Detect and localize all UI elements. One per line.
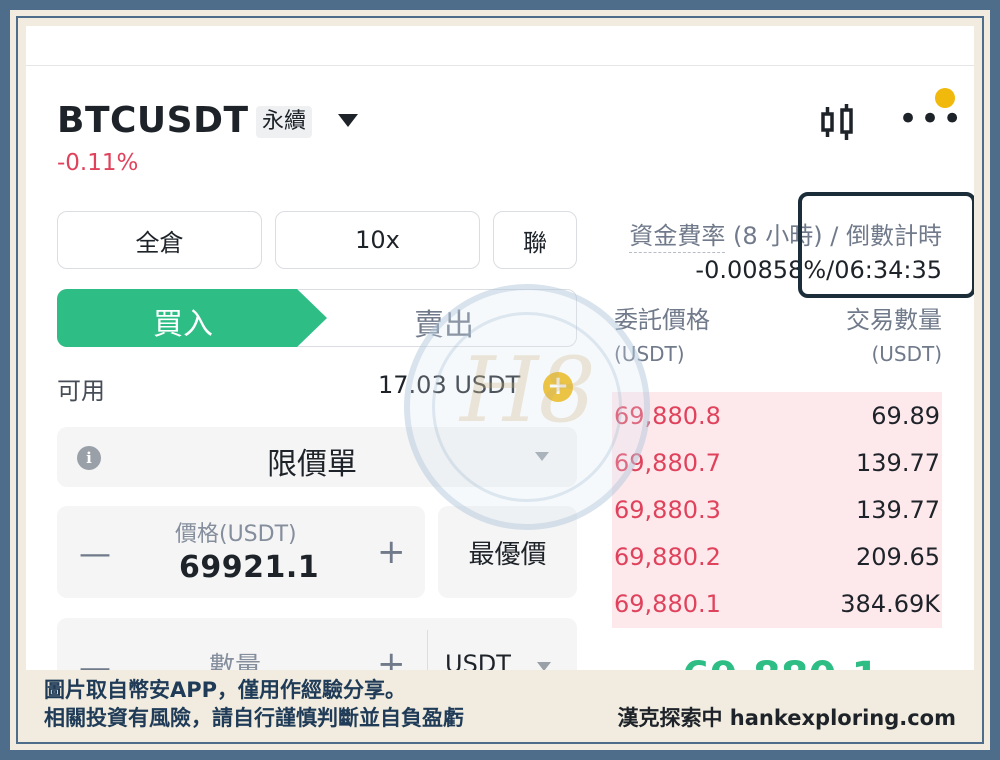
app-screen: BTCUSDT 永續 -0.11% ••• 全倉 10x 聯 賣出 買入 可用 … (26, 26, 974, 670)
caption-line-2: 相關投資有風險，請自行謹慎判斷並自負盈虧 (44, 706, 464, 730)
ask-amount: 209.65 (856, 543, 940, 571)
buy-sell-toggle: 賣出 買入 (57, 289, 577, 347)
orderbook-amount-unit: (USDT) (871, 342, 942, 366)
price-change: -0.11% (57, 150, 139, 176)
price-input-stepper[interactable]: — 價格(USDT) 69921.1 + (57, 506, 425, 598)
funding-rate-label: 資金費率 (629, 222, 726, 253)
sell-label: 賣出 (414, 308, 474, 343)
available-label: 可用 (57, 377, 105, 405)
price-increase-button[interactable]: + (377, 532, 406, 572)
notification-dot (935, 88, 955, 108)
orderbook-row[interactable]: 69,880.3 139.77 (612, 486, 942, 533)
more-options-icon[interactable]: ••• (898, 102, 962, 136)
ask-price: 69,880.1 (614, 590, 721, 618)
last-price: 69,880.1 (682, 654, 879, 670)
orderbook-row[interactable]: 69,880.2 209.65 (612, 533, 942, 580)
order-type-label: 限價單 (267, 447, 357, 482)
quantity-decrease-button[interactable]: — (79, 648, 111, 670)
info-icon[interactable]: i (77, 446, 101, 470)
margin-mode-button[interactable]: 全倉 (57, 211, 262, 269)
orderbook-row[interactable]: 69,880.1 384.69K (612, 580, 942, 627)
leverage-button[interactable]: 10x (275, 211, 480, 269)
quantity-unit-select[interactable]: USDT (445, 650, 511, 670)
best-price-button[interactable]: 最優價 (438, 506, 577, 598)
divider (427, 630, 428, 670)
top-status-strip (26, 26, 974, 66)
symbol-title[interactable]: BTCUSDT (57, 100, 249, 141)
position-mode-button[interactable]: 聯 (493, 211, 577, 269)
caption-line-1: 圖片取自幣安APP，僅用作經驗分享。 (44, 678, 407, 702)
orderbook-price-header: 委託價格 (614, 306, 710, 334)
order-type-select[interactable]: i 限價單 (57, 427, 577, 487)
orderbook-asks: 69,880.8 69.89 69,880.7 139.77 69,880.3 … (612, 392, 942, 628)
orderbook-amount-header: 交易數量 (846, 306, 942, 334)
quantity-input-stepper[interactable]: — 數量 + USDT (57, 618, 577, 670)
symbol-dropdown-icon[interactable] (338, 114, 358, 127)
price-label: 價格(USDT) (175, 522, 297, 547)
ask-price: 69,880.2 (614, 543, 721, 571)
contract-tag: 永續 (256, 106, 313, 138)
orderbook-row[interactable]: 69,880.8 69.89 (612, 392, 942, 439)
ask-amount: 384.69K (840, 590, 940, 618)
chevron-down-icon (537, 662, 551, 670)
buy-tab[interactable]: 買入 (57, 289, 327, 347)
buy-label: 買入 (153, 307, 213, 342)
orderbook-price-unit: (USDT) (614, 342, 685, 366)
quantity-increase-button[interactable]: + (377, 644, 406, 670)
site-credit: 漢克探索中 hankexploring.com (617, 706, 956, 730)
ask-amount: 69.89 (871, 402, 940, 430)
highlight-annotation-box (798, 192, 974, 298)
add-funds-icon[interactable]: + (543, 372, 573, 402)
candlestick-chart-icon[interactable] (818, 102, 858, 142)
ask-price: 69,880.7 (614, 449, 721, 477)
orderbook-row[interactable]: 69,880.7 139.77 (612, 439, 942, 486)
price-decrease-button[interactable]: — (79, 534, 111, 572)
ask-amount: 139.77 (856, 496, 940, 524)
chevron-down-icon (535, 452, 549, 461)
available-balance: 17.03 USDT (378, 371, 521, 399)
ask-amount: 139.77 (856, 449, 940, 477)
ask-price: 69,880.3 (614, 496, 721, 524)
quantity-input[interactable]: 數量 (209, 646, 261, 670)
ask-price: 69,880.8 (614, 402, 721, 430)
price-input[interactable]: 69921.1 (179, 550, 319, 585)
